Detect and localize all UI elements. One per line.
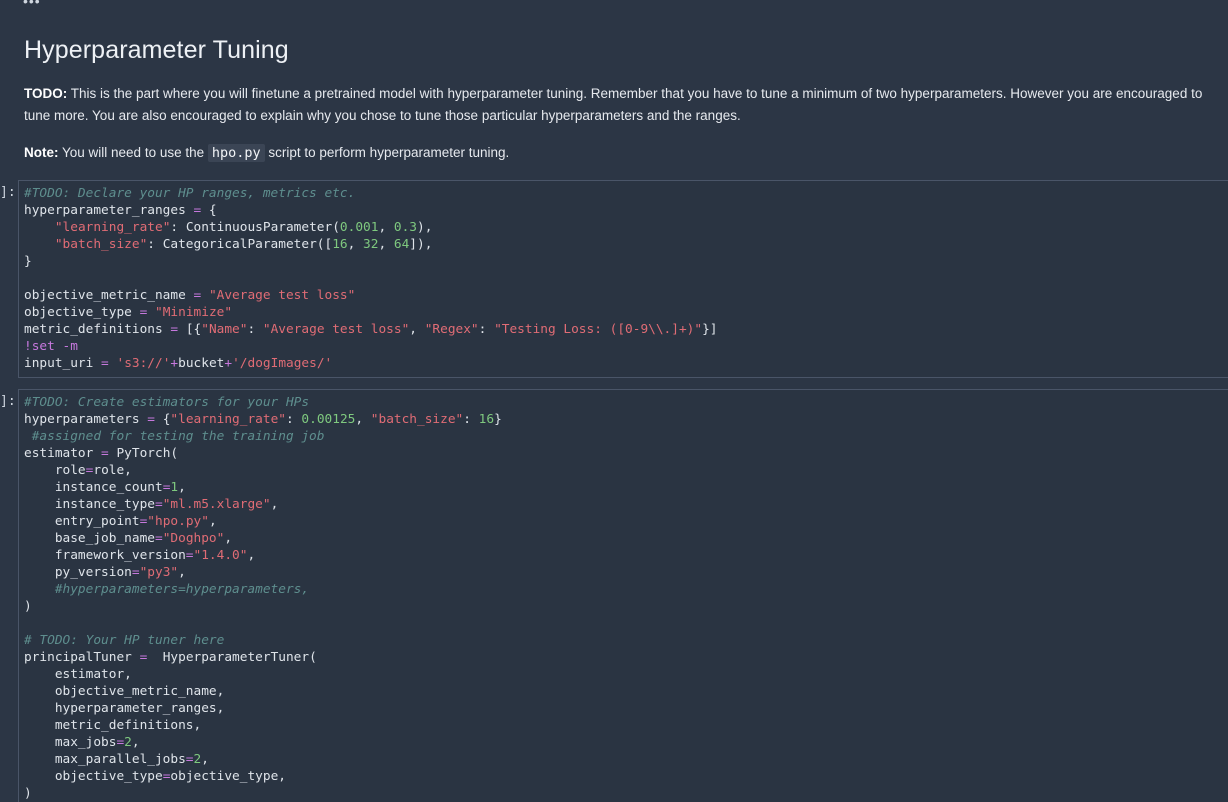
code-line: objective_type = "Minimize" xyxy=(24,305,233,320)
code-line: } xyxy=(24,254,32,269)
note-label: Note: xyxy=(24,145,59,160)
markdown-cell: Hyperparameter Tuning TODO: This is the … xyxy=(24,36,1204,164)
code-line: objective_metric_name, xyxy=(24,684,225,699)
code-line: #assigned for testing the training job xyxy=(24,429,325,444)
code-line: role=role, xyxy=(24,463,132,478)
notebook-page: ••• Hyperparameter Tuning TODO: This is … xyxy=(0,0,1228,802)
code-line: base_job_name="Doghpo", xyxy=(24,531,233,546)
code-line: instance_count=1, xyxy=(24,480,186,495)
code-line: entry_point="hpo.py", xyxy=(24,514,217,529)
code-line: estimator = PyTorch( xyxy=(24,446,179,461)
code-line: metric_definitions = [{"Name": "Average … xyxy=(24,322,718,337)
code-cell-2[interactable]: #TODO: Create estimators for your HPs hy… xyxy=(18,389,1228,802)
code-line: hyperparameters = {"learning_rate": 0.00… xyxy=(24,412,502,427)
code-line: #hyperparameters=hyperparameters, xyxy=(24,582,310,597)
code-line: max_jobs=2, xyxy=(24,735,140,750)
code-editor[interactable]: #TODO: Declare your HP ranges, metrics e… xyxy=(19,181,1228,372)
note-text-before: You will need to use the xyxy=(58,145,208,160)
code-line: framework_version="1.4.0", xyxy=(24,548,256,563)
code-line: # TODO: Your HP tuner here xyxy=(24,633,225,648)
code-line: input_uri = 's3://'+bucket+'/dogImages/' xyxy=(24,356,333,371)
todo-paragraph: TODO: This is the part where you will fi… xyxy=(24,83,1204,127)
code-line: py_version="py3", xyxy=(24,565,186,580)
code-line: max_parallel_jobs=2, xyxy=(24,752,209,767)
code-line: principalTuner = HyperparameterTuner( xyxy=(24,650,317,665)
cell-prompt: ]: xyxy=(0,394,16,409)
code-line: hyperparameter_ranges = { xyxy=(24,203,217,218)
code-cell-1[interactable]: #TODO: Declare your HP ranges, metrics e… xyxy=(18,180,1228,378)
code-line: estimator, xyxy=(24,667,132,682)
code-line: "learning_rate": ContinuousParameter(0.0… xyxy=(54,220,433,235)
cell-prompt: ]: xyxy=(0,185,16,200)
note-paragraph: Note: You will need to use the hpo.py sc… xyxy=(24,142,1204,164)
code-line: metric_definitions, xyxy=(24,718,202,733)
section-title: Hyperparameter Tuning xyxy=(24,36,289,64)
code-line: objective_type=objective_type, xyxy=(24,769,286,784)
code-line: instance_type="ml.m5.xlarge", xyxy=(24,497,279,512)
inline-code-hpo: hpo.py xyxy=(207,144,265,162)
code-line: hyperparameter_ranges, xyxy=(24,701,225,716)
note-text-after: script to perform hyperparameter tuning. xyxy=(264,145,510,160)
code-line: "batch_size": CategoricalParameter([16, … xyxy=(54,237,433,252)
code-line: ) xyxy=(24,786,32,801)
code-editor[interactable]: #TODO: Create estimators for your HPs hy… xyxy=(19,390,1228,802)
code-line: ) xyxy=(24,599,32,614)
todo-label: TODO: xyxy=(24,86,68,101)
code-line: #TODO: Declare your HP ranges, metrics e… xyxy=(24,186,356,201)
todo-text: This is the part where you will finetune… xyxy=(24,86,1203,123)
code-line: objective_metric_name = "Average test lo… xyxy=(24,288,356,303)
code-line: !set -m xyxy=(24,339,78,354)
more-dots-icon[interactable]: ••• xyxy=(23,0,41,8)
code-line: #TODO: Create estimators for your HPs xyxy=(24,395,310,410)
